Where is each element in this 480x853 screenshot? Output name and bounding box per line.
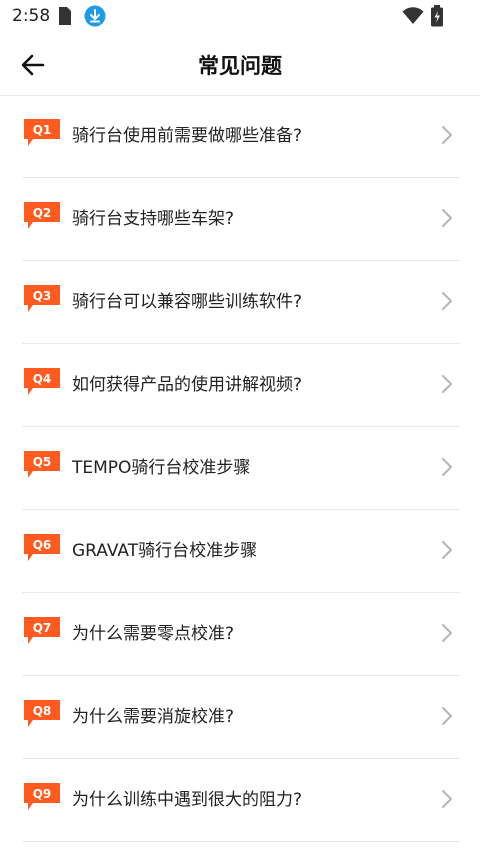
question-badge-icon: Q1 (24, 119, 60, 146)
question-badge-label: Q9 (33, 787, 52, 801)
faq-question: 骑行台使用前需要做哪些准备? (72, 126, 303, 146)
faq-item-q2[interactable]: Q2 骑行台支持哪些车架? (22, 178, 460, 261)
download-icon (84, 5, 106, 31)
faq-question: GRAVAT骑行台校准步骤 (72, 541, 258, 561)
chevron-right-icon (442, 292, 452, 310)
faq-item-q8[interactable]: Q8 为什么需要消旋校准? (22, 676, 460, 759)
chevron-right-icon (442, 375, 452, 393)
status-time: 2:58 (12, 6, 51, 26)
question-badge-icon: Q7 (24, 617, 60, 644)
chevron-right-icon (442, 541, 452, 559)
faq-list: Q1 骑行台使用前需要做哪些准备? Q2 骑行台支持哪些车架? Q3 骑行台可以… (22, 95, 460, 842)
faq-question: 为什么训练中遇到很大的阻力? (72, 790, 303, 810)
question-badge-label: Q2 (33, 206, 52, 220)
faq-question: 骑行台可以兼容哪些训练软件? (72, 292, 303, 312)
question-badge-label: Q5 (33, 455, 52, 469)
faq-item-q4[interactable]: Q4 如何获得产品的使用讲解视频? (22, 344, 460, 427)
question-badge-icon: Q2 (24, 202, 60, 229)
faq-item-q7[interactable]: Q7 为什么需要零点校准? (22, 593, 460, 676)
chevron-right-icon (442, 126, 452, 144)
question-badge-icon: Q4 (24, 368, 60, 395)
question-badge-icon: Q3 (24, 285, 60, 312)
faq-item-q9[interactable]: Q9 为什么训练中遇到很大的阻力? (22, 759, 460, 842)
app-header: 常见问题 (0, 34, 480, 96)
sim-card-icon (58, 6, 72, 30)
page-title: 常见问题 (198, 54, 282, 78)
question-badge-label: Q6 (33, 538, 52, 552)
question-badge-icon: Q5 (24, 451, 60, 478)
question-badge-label: Q3 (33, 289, 52, 303)
faq-question: 骑行台支持哪些车架? (72, 209, 235, 229)
question-badge-icon: Q6 (24, 534, 60, 561)
chevron-right-icon (442, 707, 452, 725)
faq-question: TEMPO骑行台校准步骤 (72, 458, 251, 478)
question-badge-icon: Q9 (24, 783, 60, 810)
faq-item-q3[interactable]: Q3 骑行台可以兼容哪些训练软件? (22, 261, 460, 344)
question-badge-label: Q1 (33, 123, 52, 137)
chevron-right-icon (442, 209, 452, 227)
question-badge-icon: Q8 (24, 700, 60, 727)
faq-item-q1[interactable]: Q1 骑行台使用前需要做哪些准备? (22, 95, 460, 178)
faq-question: 为什么需要零点校准? (72, 624, 235, 644)
faq-question: 为什么需要消旋校准? (72, 707, 235, 727)
question-badge-label: Q8 (33, 704, 52, 718)
question-badge-label: Q7 (33, 621, 52, 635)
question-badge-label: Q4 (33, 372, 52, 386)
chevron-right-icon (442, 458, 452, 476)
faq-item-q6[interactable]: Q6 GRAVAT骑行台校准步骤 (22, 510, 460, 593)
chevron-right-icon (442, 624, 452, 642)
battery-icon (430, 5, 444, 31)
status-bar: 2:58 (0, 0, 480, 34)
chevron-right-icon (442, 790, 452, 808)
faq-question: 如何获得产品的使用讲解视频? (72, 375, 303, 395)
faq-item-q5[interactable]: Q5 TEMPO骑行台校准步骤 (22, 427, 460, 510)
wifi-icon (402, 7, 424, 29)
